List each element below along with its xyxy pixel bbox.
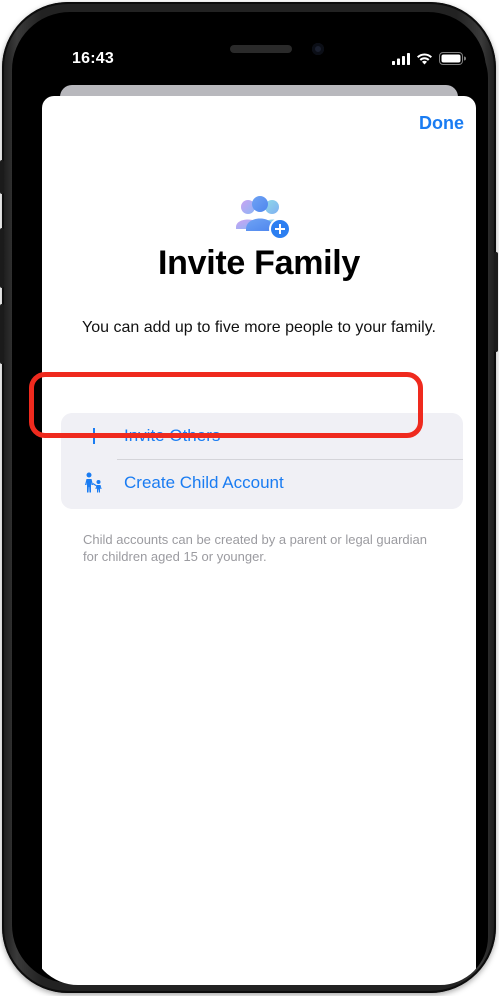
status-bar: 16:43 <box>30 30 488 90</box>
page-subtitle: You can add up to five more people to yo… <box>82 319 436 336</box>
status-icons <box>392 52 466 65</box>
phone-frame: 16:43 Done Invite Family You can add up … <box>0 2 498 993</box>
status-time: 16:43 <box>72 50 114 67</box>
create-child-account-button[interactable]: Create Child Account <box>61 460 463 506</box>
battery-icon <box>439 52 466 65</box>
page-title: Invite Family <box>157 244 361 282</box>
options-group: Invite Others Create Child Account <box>61 413 463 509</box>
front-camera <box>312 43 324 55</box>
done-button[interactable]: Done <box>419 113 464 134</box>
invite-others-label: Invite Others <box>124 426 221 445</box>
child-icon <box>85 472 102 493</box>
volume-down-button <box>0 304 4 364</box>
silent-switch <box>0 160 4 194</box>
create-child-account-label: Create Child Account <box>124 473 284 492</box>
wifi-icon <box>417 52 432 64</box>
invite-others-button[interactable]: Invite Others <box>61 413 463 460</box>
invite-family-sheet: Done Invite Family You can add up to fiv… <box>42 96 476 985</box>
family-add-icon <box>236 196 291 240</box>
volume-up-button <box>0 228 4 288</box>
footnote: Child accounts can be created by a paren… <box>83 532 427 564</box>
speaker-grille <box>230 45 292 53</box>
cellular-signal-icon <box>392 52 410 65</box>
plus-icon <box>86 428 102 444</box>
bezel: 16:43 Done Invite Family You can add up … <box>12 12 488 985</box>
screen: 16:43 Done Invite Family You can add up … <box>30 30 488 985</box>
power-button <box>494 252 498 352</box>
